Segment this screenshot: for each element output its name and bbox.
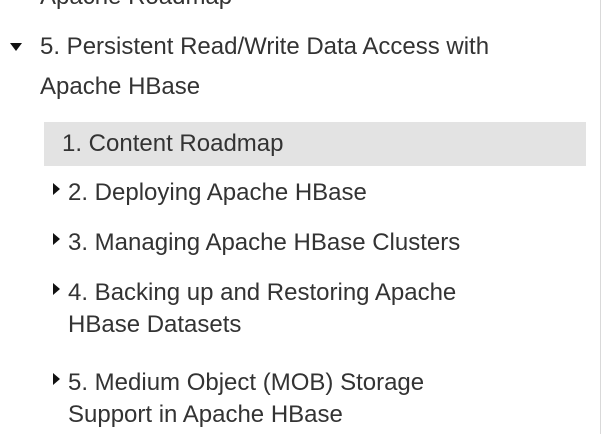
panel-divider	[600, 0, 601, 434]
clipped-previous-item[interactable]: Apache Roadmap	[40, 0, 232, 14]
caret-right-icon[interactable]	[53, 373, 60, 385]
caret-right-icon[interactable]	[53, 233, 60, 245]
table-of-contents: Apache Roadmap 5. Persistent Read/Write …	[0, 0, 600, 434]
toc-item-mob-line2[interactable]: Support in Apache HBase	[68, 398, 343, 432]
toc-item-managing[interactable]: 3. Managing Apache HBase Clusters	[68, 226, 460, 260]
toc-item-mob-line1[interactable]: 5. Medium Object (MOB) Storage	[68, 366, 424, 400]
section-title-line1[interactable]: 5. Persistent Read/Write Data Access wit…	[40, 30, 489, 64]
toc-item-deploying[interactable]: 2. Deploying Apache HBase	[68, 176, 367, 210]
caret-down-icon[interactable]	[10, 43, 22, 51]
toc-item-content-roadmap[interactable]: 1. Content Roadmap	[62, 127, 283, 161]
toc-item-backing-up-line1[interactable]: 4. Backing up and Restoring Apache	[68, 276, 456, 310]
caret-right-icon[interactable]	[53, 283, 60, 295]
toc-item-backing-up-line2[interactable]: HBase Datasets	[68, 308, 241, 342]
section-title-line2[interactable]: Apache HBase	[40, 70, 200, 104]
caret-right-icon[interactable]	[53, 183, 60, 195]
